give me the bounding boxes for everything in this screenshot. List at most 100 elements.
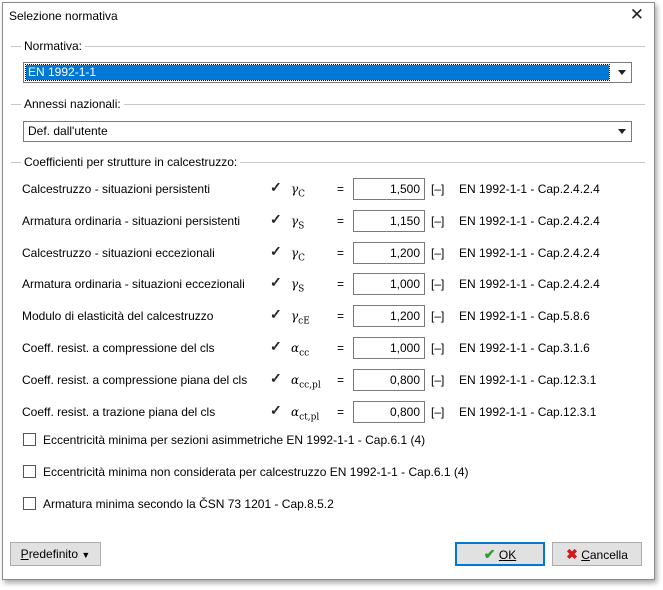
coefficient-reference: EN 1992-1-1 - Cap.3.1.6 xyxy=(459,341,590,355)
coefficient-checkbox[interactable]: ✓ xyxy=(269,369,282,386)
coefficient-reference: EN 1992-1-1 - Cap.5.8.6 xyxy=(459,309,590,324)
option-checkbox[interactable] xyxy=(23,497,36,510)
dialog-window: Selezione normativa ✕ Normativa: EN 1992… xyxy=(2,2,655,580)
check-icon: ✓ xyxy=(270,401,282,418)
close-icon[interactable]: ✕ xyxy=(630,6,644,23)
normativa-select[interactable]: EN 1992-1-1 xyxy=(23,62,632,83)
annessi-select[interactable]: Def. dall'utente xyxy=(23,121,632,142)
ok-button[interactable]: ✔ OK xyxy=(455,542,545,566)
coefficient-checkbox[interactable]: ✓ xyxy=(269,274,282,291)
symbol-subscript: S xyxy=(298,284,305,295)
coefficient-symbol: γC xyxy=(291,246,305,263)
symbol-letter: α xyxy=(291,341,300,355)
cancel-button-label: Cancella xyxy=(581,548,628,562)
check-icon: ✓ xyxy=(270,369,282,386)
normativa-value: EN 1992-1-1 xyxy=(25,64,610,81)
cross-icon: ✖ xyxy=(566,546,578,562)
option-checkbox[interactable] xyxy=(23,465,36,478)
option-label: Eccentricità minima per sezioni asimmetr… xyxy=(43,433,426,447)
coefficient-checkbox[interactable]: ✓ xyxy=(269,338,282,354)
coefficient-unit: [–] xyxy=(431,182,445,196)
coefficient-value-input[interactable]: 1,200 xyxy=(353,241,425,264)
coefficient-symbol: αcc,pl xyxy=(291,373,321,390)
default-button-initial: P xyxy=(20,547,29,561)
coefficient-unit: [–] xyxy=(431,341,445,355)
option-checkbox[interactable] xyxy=(23,433,36,446)
coefficient-reference: EN 1992-1-1 - Cap.2.4.2.4 xyxy=(459,277,600,292)
window-title: Selezione normativa xyxy=(9,9,118,23)
caret-down-icon: ▼ xyxy=(81,550,91,560)
coefficient-name: Armatura ordinaria - situazioni eccezion… xyxy=(22,277,245,292)
coefficient-symbol: γcE xyxy=(291,309,310,326)
coefficient-reference: EN 1992-1-1 - Cap.2.4.2.4 xyxy=(459,182,600,196)
ok-button-label: OK xyxy=(498,548,517,562)
check-icon: ✔ xyxy=(483,546,496,562)
equals-sign: = xyxy=(337,341,345,355)
symbol-letter: α xyxy=(291,404,300,419)
coefficient-checkbox[interactable]: ✓ xyxy=(269,210,282,227)
coefficient-checkbox[interactable]: ✓ xyxy=(269,306,282,323)
default-button-rest: redefinito xyxy=(28,547,79,561)
coefficient-value-input[interactable]: 1,000 xyxy=(353,337,425,359)
coefficient-name: Coeff. resist. a compressione del cls xyxy=(22,341,215,355)
coefficient-row: Armatura ordinaria - situazioni persiste… xyxy=(3,209,654,233)
symbol-subscript: cc,pl xyxy=(299,380,321,391)
check-icon: ✓ xyxy=(270,338,282,354)
coefficient-value-input[interactable]: 1,150 xyxy=(353,209,425,232)
equals-sign: = xyxy=(337,245,345,260)
check-icon: ✓ xyxy=(270,306,282,323)
equals-sign: = xyxy=(337,372,345,387)
coefficient-value-input[interactable]: 1,200 xyxy=(353,305,425,328)
normativa-group: Normativa: xyxy=(11,39,645,53)
symbol-letter: α xyxy=(291,372,300,387)
equals-sign: = xyxy=(337,277,345,292)
coefficient-reference: EN 1992-1-1 - Cap.2.4.2.4 xyxy=(459,245,600,260)
coefficient-value-input[interactable]: 1,000 xyxy=(353,273,425,296)
coefficient-value-input[interactable]: 0,800 xyxy=(353,400,425,423)
coefficient-reference: EN 1992-1-1 - Cap.2.4.2.4 xyxy=(459,213,600,228)
symbol-subscript: C xyxy=(298,252,306,263)
check-icon: ✓ xyxy=(270,242,282,259)
coefficient-reference: EN 1992-1-1 - Cap.12.3.1 xyxy=(459,404,597,419)
coefficienti-group: Coefficienti per strutture in calcestruz… xyxy=(11,155,645,169)
equals-sign: = xyxy=(337,213,345,228)
cancel-button[interactable]: ✖ Cancella xyxy=(552,542,642,566)
option-item[interactable]: Eccentricità minima non considerata per … xyxy=(23,463,643,481)
separator xyxy=(11,46,645,47)
coefficient-checkbox[interactable]: ✓ xyxy=(269,179,282,195)
coefficient-name: Coeff. resist. a trazione piana del cls xyxy=(22,404,216,419)
option-item[interactable]: Armatura minima secondo la ČSN 73 1201 -… xyxy=(23,495,643,513)
coefficient-name: Calcestruzzo - situazioni eccezionali xyxy=(22,245,215,260)
option-label: Armatura minima secondo la ČSN 73 1201 -… xyxy=(43,497,334,511)
coefficient-unit: [–] xyxy=(431,309,445,324)
equals-sign: = xyxy=(337,182,345,196)
default-button[interactable]: Predefinito ▼ xyxy=(10,542,101,566)
coefficient-row: Armatura ordinaria - situazioni eccezion… xyxy=(3,272,654,296)
coefficient-checkbox[interactable]: ✓ xyxy=(269,242,282,259)
coefficient-unit: [–] xyxy=(431,245,445,260)
coefficient-symbol: γC xyxy=(291,182,305,199)
chevron-down-icon[interactable] xyxy=(618,70,626,75)
coefficient-row: Calcestruzzo - situazioni persistenti ✓ γC… xyxy=(3,177,654,201)
symbol-subscript: cc xyxy=(299,348,310,359)
coefficient-name: Armatura ordinaria - situazioni persiste… xyxy=(22,213,241,228)
coefficient-unit: [–] xyxy=(431,213,445,228)
default-button-label: Predefinito xyxy=(21,547,78,561)
annessi-group: Annessi nazionali: xyxy=(11,97,645,111)
annessi-value: Def. dall'utente xyxy=(28,124,108,138)
equals-sign: = xyxy=(337,309,345,324)
check-icon: ✓ xyxy=(270,274,282,291)
coefficient-checkbox[interactable]: ✓ xyxy=(269,401,282,418)
chevron-down-icon[interactable] xyxy=(618,129,626,134)
coefficient-row: Coeff. resist. a trazione piana del cls ✓… xyxy=(3,400,654,424)
normativa-label: Normativa: xyxy=(21,39,86,53)
option-item[interactable]: Eccentricità minima per sezioni asimmetr… xyxy=(23,431,643,449)
symbol-subscript: C xyxy=(298,189,306,200)
coefficient-value-input[interactable]: 1,500 xyxy=(353,178,425,200)
option-label: Eccentricità minima non considerata per … xyxy=(43,465,469,479)
coefficient-value-input[interactable]: 0,800 xyxy=(353,368,425,391)
coefficient-row: Calcestruzzo - situazioni eccezionali ✓ γC… xyxy=(3,241,654,265)
coefficient-row: Coeff. resist. a compressione del cls ✓ αc… xyxy=(3,336,654,360)
symbol-subscript: ct,pl xyxy=(299,411,320,422)
check-icon: ✓ xyxy=(270,210,282,227)
